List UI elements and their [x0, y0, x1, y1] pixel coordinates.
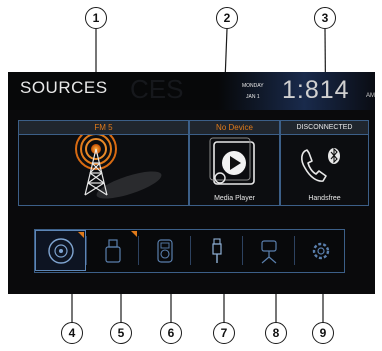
- media-player-source-panel[interactable]: No Device Media Player: [189, 120, 280, 206]
- sources-screen: CES SOURCES MONDAY JAN 1 1:814 AM FM 5 N…: [8, 72, 375, 294]
- disc-indicator: [78, 232, 84, 238]
- title-ghost: CES: [130, 74, 184, 104]
- disc-icon: [47, 237, 74, 264]
- usb-icon: [104, 238, 121, 263]
- camera-source-button[interactable]: [243, 230, 294, 271]
- date-display: MONDAY JAN 1: [242, 81, 264, 103]
- clock-ampm: AM: [366, 93, 375, 99]
- tuner-station-label: FM 5: [19, 121, 188, 135]
- handsfree-source-panel[interactable]: DISCONNECTED Handsfree: [280, 120, 369, 206]
- usb-indicator: [131, 231, 137, 237]
- callout-9: 9: [312, 322, 334, 344]
- callout-1: 1: [85, 7, 107, 29]
- source-selector-bar: [34, 229, 345, 273]
- settings-icon: [312, 242, 329, 259]
- aux-icon: [211, 237, 222, 263]
- media-player-caption: Media Player: [214, 195, 255, 202]
- status-header: CES SOURCES MONDAY JAN 1 1:814 AM: [8, 72, 375, 110]
- settings-button[interactable]: [295, 230, 346, 271]
- callout-3: 3: [314, 7, 336, 29]
- disc-source-button[interactable]: [35, 230, 86, 271]
- aux-source-button[interactable]: [191, 230, 242, 271]
- callout-6: 6: [160, 322, 182, 344]
- day-label: MONDAY: [242, 83, 264, 89]
- handsfree-status: DISCONNECTED: [281, 121, 368, 135]
- phone-bluetooth-icon: [301, 147, 340, 182]
- page-title: SOURCES: [20, 78, 108, 97]
- media-player-icon: [209, 137, 255, 185]
- handsfree-caption: Handsfree: [308, 195, 341, 202]
- callout-2: 2: [216, 7, 238, 29]
- camera-icon: [260, 239, 277, 263]
- usb-source-button[interactable]: [87, 230, 138, 271]
- radio-tower-icon: [75, 135, 162, 199]
- callout-5: 5: [110, 322, 132, 344]
- callout-8: 8: [265, 322, 287, 344]
- callout-7: 7: [213, 322, 235, 344]
- media-device-status: No Device: [190, 121, 279, 135]
- clock-time: 1:814: [282, 76, 350, 104]
- ipod-icon: [156, 238, 173, 263]
- date-label: JAN 1: [246, 94, 260, 100]
- ipod-source-button[interactable]: [139, 230, 190, 271]
- callout-4: 4: [61, 322, 83, 344]
- tuner-source-panel[interactable]: FM 5: [18, 120, 189, 206]
